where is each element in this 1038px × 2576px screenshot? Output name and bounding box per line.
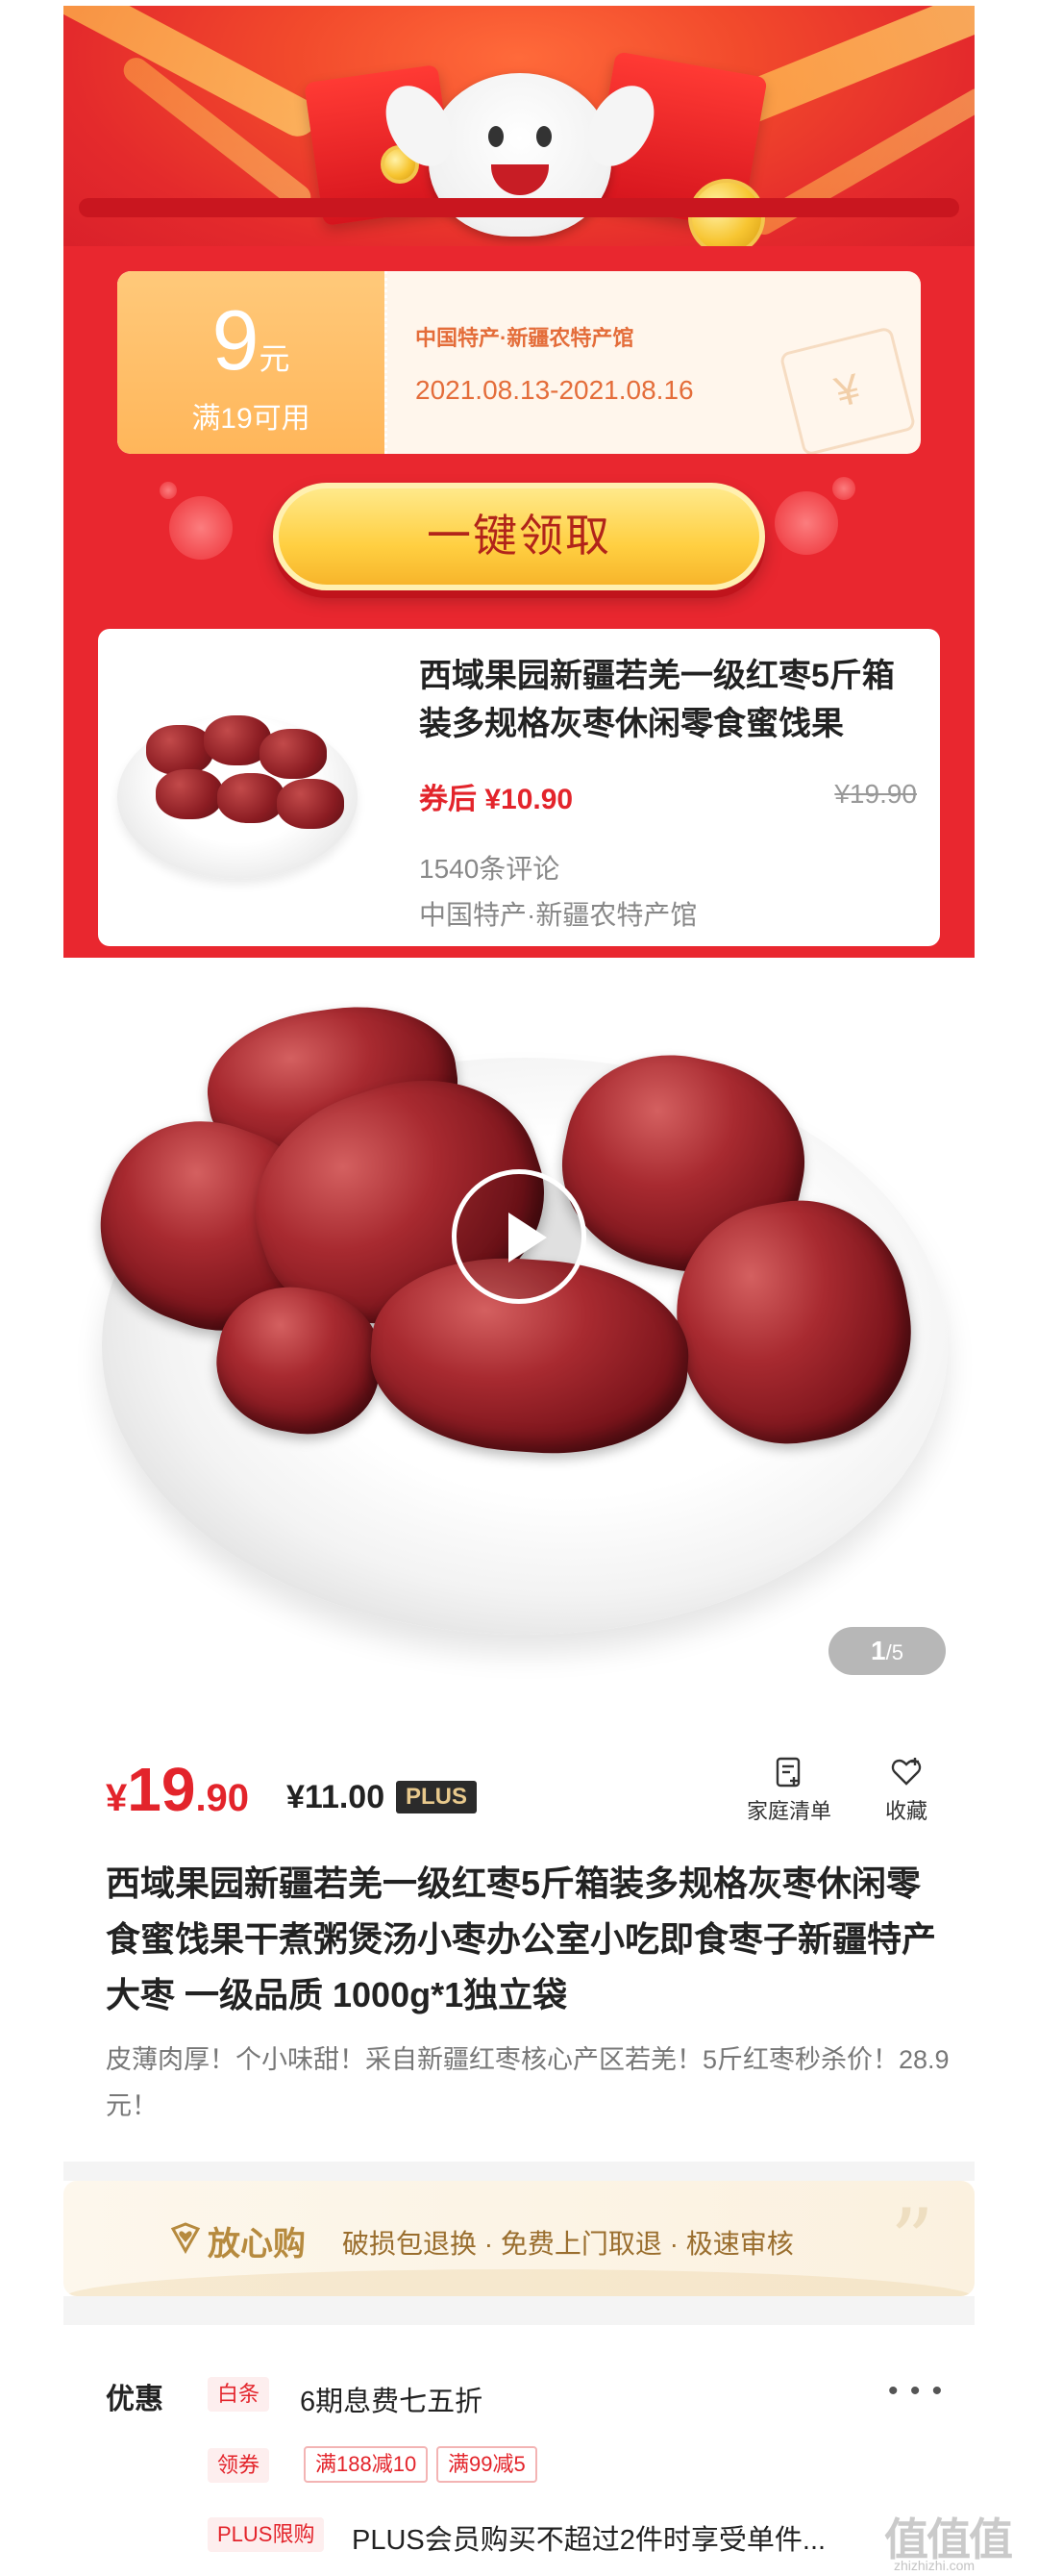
product-price: ¥19.90 (106, 1754, 249, 1825)
jujube-image (146, 725, 213, 775)
family-list-button[interactable]: 家庭清单 (736, 1756, 842, 1825)
coupon-amount: 9元 (117, 292, 384, 388)
coupon-shop-name: 中国特产·新疆农特产馆 (415, 326, 634, 350)
jujube-image (277, 779, 344, 829)
review-count: 1540条评论 (419, 854, 560, 884)
plus-member-price: ¥11.00 (286, 1779, 385, 1815)
claim-coupon-button[interactable]: 一键领取 (273, 483, 765, 590)
plus-limit-tag: PLUS限购 (208, 2517, 325, 2552)
coupon-condition: 满19可用 (191, 403, 310, 435)
favorite-label: 收藏 (884, 1799, 927, 1823)
plus-badge: PLUS (396, 1781, 478, 1813)
coupon-chip[interactable]: 满188减10 (304, 2446, 429, 2483)
assurance-text: 破损包退换 · 免费上门取退 · 极速审核 (342, 2229, 794, 2259)
promotions-section[interactable]: 优惠 • • • 白条 6期息费七五折 领券 满188减10 满99减5 PLU… (63, 2325, 975, 2576)
price-currency: ¥ (106, 1777, 128, 1819)
gold-coin-icon (688, 179, 765, 256)
product-title: 西域果园新疆若羌一级红枣5斤箱装多规格灰枣休闲零食蜜饯果干煮粥煲汤小枣办公室小吃… (106, 1863, 937, 2014)
more-dots-icon[interactable]: • • • (888, 2375, 944, 2408)
jujube-image (260, 729, 327, 779)
promotions-label: 优惠 (106, 2384, 163, 2415)
coupon-amount-unit: 元 (259, 341, 290, 376)
decor-wave (63, 2269, 975, 2296)
coupon-product-card[interactable]: 西域果园新疆若羌一级红枣5斤箱装多规格灰枣休闲零食蜜饯果 券后 ¥10.90 ¥… (98, 629, 940, 946)
coupon-product-title[interactable]: 西域果园新疆若羌一级红枣5斤箱装多规格灰枣休闲零食蜜饯果 (419, 652, 919, 748)
shield-heart-icon (170, 2222, 201, 2254)
coupon-validity: 2021.08.13-2021.08.16 (415, 375, 694, 405)
coupon-card[interactable]: 9元 满19可用 中国特产·新疆农特产馆 2021.08.13-2021.08.… (117, 271, 921, 454)
product-gallery[interactable]: 1/5 (63, 971, 975, 1702)
video-play-button[interactable] (452, 1169, 586, 1304)
mascot-mouth (491, 164, 549, 195)
section-divider (63, 2296, 975, 2325)
baitiao-offer: 6期息费七五折 (300, 2387, 483, 2417)
coupon-chip[interactable]: 满99减5 (436, 2446, 537, 2483)
decor-bokeh (160, 482, 177, 499)
family-list-label: 家庭清单 (746, 1799, 831, 1823)
coupon-value-panel: 9元 满19可用 (117, 271, 384, 454)
plus-limit-offer: PLUS会员购买不超过2件时享受单件... (352, 2525, 827, 2556)
price-integer: 19 (127, 1755, 196, 1824)
after-coupon-label: 券后 (419, 784, 477, 815)
after-coupon-price: 券后 ¥10.90 (419, 775, 573, 817)
heart-plus-icon (891, 1758, 922, 1786)
coupon-divider (384, 271, 387, 454)
pager-total: /5 (885, 1640, 903, 1664)
product-info: ¥19.90 ¥11.00 PLUS 家庭清单 收藏 西域果园新疆若羌一级红枣5… (63, 1731, 975, 2154)
decor-bokeh (832, 477, 855, 500)
decor-bokeh (775, 491, 838, 555)
banner-background (63, 6, 975, 265)
decor-bokeh (169, 496, 233, 560)
shop-name: 中国特产·新疆农特产馆 (419, 900, 698, 930)
baitiao-tag: 白条 (208, 2377, 270, 2412)
banner-frame (79, 198, 959, 217)
product-thumbnail[interactable] (117, 687, 358, 879)
coupon-tag: 领券 (208, 2448, 270, 2483)
assurance-bar[interactable]: 放心购 破损包退换 · 免费上门取退 · 极速审核 ” (63, 2181, 975, 2296)
list-add-icon (776, 1757, 801, 1788)
mascot-eye (488, 126, 504, 147)
jujube-image (217, 773, 284, 823)
coupon-amount-number: 9 (211, 292, 260, 388)
jujube-image (156, 769, 223, 819)
coupon-banner: 9元 满19可用 中国特产·新疆农特产馆 2021.08.13-2021.08.… (63, 6, 975, 958)
price-decimal: .90 (195, 1777, 250, 1819)
assurance-title: 放心购 (208, 2226, 306, 2263)
quote-decor-icon: ” (890, 2190, 935, 2291)
section-divider (63, 2162, 975, 2181)
after-coupon-value: ¥10.90 (484, 784, 574, 815)
play-icon (508, 1213, 547, 1263)
pager-current: 1 (871, 1636, 886, 1665)
mascot-eye (536, 126, 552, 147)
gallery-pager: 1/5 (828, 1627, 946, 1675)
product-description: 皮薄肉厚！个小味甜！采自新疆红枣核心产区若羌！5斤红枣秒杀价！28.9元！ (106, 2045, 950, 2120)
watermark-site: zhizhizhi.com (894, 2558, 976, 2573)
favorite-button[interactable]: 收藏 (873, 1756, 940, 1825)
original-price: ¥19.90 (834, 779, 917, 809)
coupon-watermark-icon: ¥ (778, 326, 917, 454)
